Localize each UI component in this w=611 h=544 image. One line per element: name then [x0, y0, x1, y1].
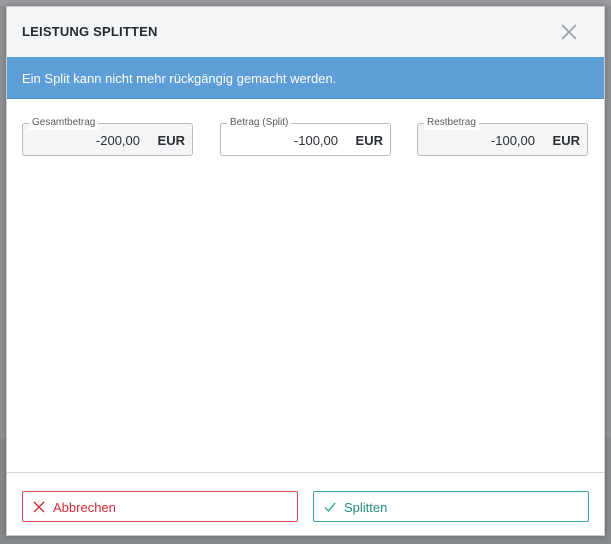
split-amount-value[interactable]: -100,00: [294, 133, 338, 148]
split-dialog: LEISTUNG SPLITTEN Ein Split kann nicht m…: [6, 6, 605, 536]
check-icon: [324, 501, 336, 513]
x-icon: [33, 501, 45, 513]
total-amount-field: Gesamtbetrag -200,00 EUR: [22, 116, 193, 156]
cancel-button[interactable]: Abbrechen: [22, 491, 298, 522]
split-amount-unit: EUR: [355, 133, 383, 148]
dialog-title: LEISTUNG SPLITTEN: [22, 24, 158, 39]
split-amount-label: Betrag (Split): [227, 116, 292, 130]
footer-divider: [7, 472, 604, 473]
remaining-amount-unit: EUR: [552, 133, 580, 148]
split-amount-field[interactable]: Betrag (Split) -100,00 EUR: [220, 116, 391, 156]
info-text: Ein Split kann nicht mehr rückgängig gem…: [22, 71, 337, 86]
remaining-amount-value: -100,00: [490, 133, 535, 148]
remaining-amount-label: Restbetrag: [424, 116, 479, 130]
close-icon: [561, 24, 577, 40]
cancel-button-label: Abbrechen: [53, 500, 116, 515]
info-banner: Ein Split kann nicht mehr rückgängig gem…: [7, 57, 604, 99]
split-button[interactable]: Splitten: [313, 491, 589, 522]
total-amount-unit: EUR: [157, 133, 185, 148]
total-amount-label: Gesamtbetrag: [29, 116, 99, 130]
remaining-amount-field: Restbetrag -100,00 EUR: [417, 116, 588, 156]
total-amount-value: -200,00: [95, 133, 140, 148]
close-button[interactable]: [558, 21, 580, 43]
dialog-header: LEISTUNG SPLITTEN: [7, 7, 604, 57]
split-button-label: Splitten: [344, 500, 388, 515]
